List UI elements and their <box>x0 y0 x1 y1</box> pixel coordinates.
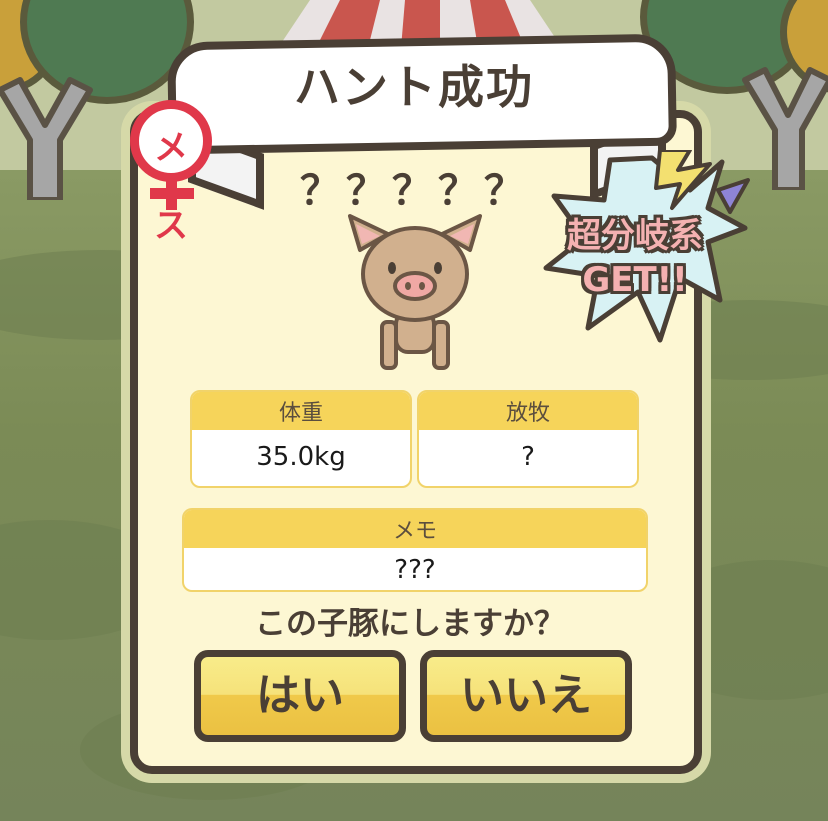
yes-button-label: はい <box>256 670 344 721</box>
female-symbol-icon: メス <box>130 100 212 246</box>
grazing-label: 放牧 <box>419 392 637 430</box>
tree-trunk <box>0 77 93 200</box>
badge-line1: 超分岐系 <box>567 216 703 256</box>
weight-field: 体重 35.0kg <box>190 390 412 488</box>
memo-field: メモ ??? <box>182 508 648 592</box>
memo-label: メモ <box>184 510 646 548</box>
dialog-title: ハント成功 <box>294 60 534 114</box>
yes-button[interactable]: はい <box>194 650 406 742</box>
super-branch-badge-text: 超分岐系 GET!! <box>540 214 730 302</box>
grazing-field: 放牧 ? <box>417 390 639 488</box>
memo-value: ??? <box>394 555 436 585</box>
weight-value: 35.0kg <box>256 442 346 472</box>
grazing-value: ? <box>521 442 535 472</box>
badge-line2: GET!! <box>582 260 688 300</box>
pig-icon <box>348 214 482 370</box>
weight-label: 体重 <box>192 392 410 430</box>
no-button-label: いいえ <box>460 670 592 721</box>
pig-name: ？？？？？ <box>300 168 530 214</box>
confirm-question: この子豚にしますか？ <box>255 606 565 642</box>
no-button[interactable]: いいえ <box>420 650 632 742</box>
